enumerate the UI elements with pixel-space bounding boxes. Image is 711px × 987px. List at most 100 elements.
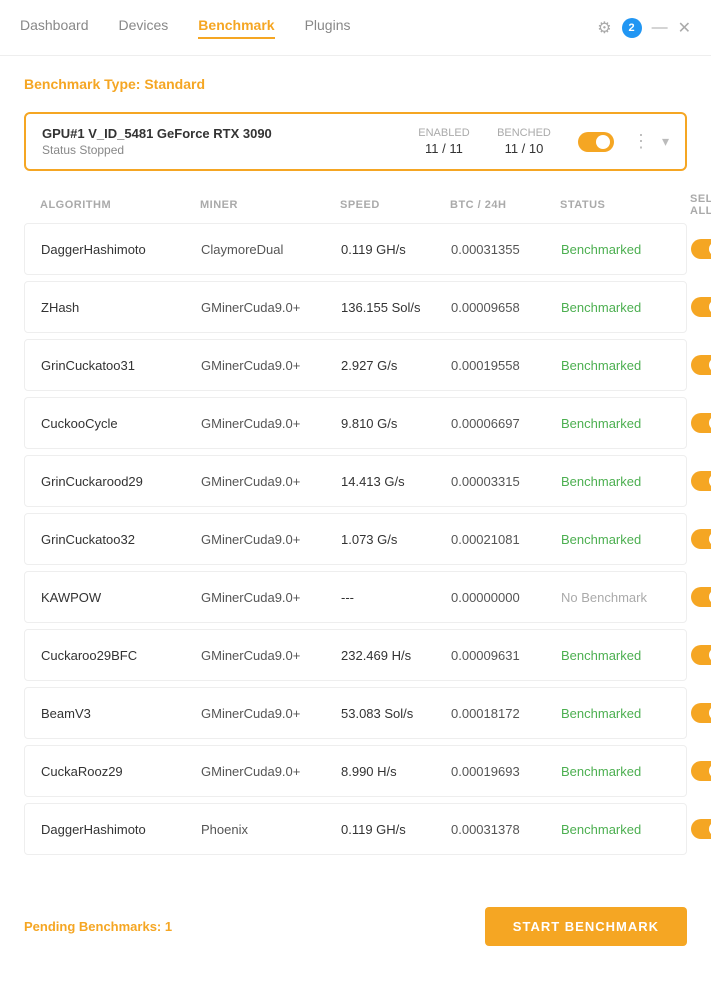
gpu-enabled-value: 11 / 11: [404, 141, 484, 156]
speed-value: 232.469 H/s: [341, 648, 451, 663]
col-algorithm: ALGORITHM: [40, 199, 200, 211]
table-row: DaggerHashimoto Phoenix 0.119 GH/s 0.000…: [24, 803, 687, 855]
algo-toggle[interactable]: [691, 645, 711, 665]
tab-plugins[interactable]: Plugins: [305, 17, 351, 39]
speed-value: 9.810 G/s: [341, 416, 451, 431]
btc-value: 0.00000000: [451, 590, 561, 605]
algo-toggle[interactable]: [691, 471, 711, 491]
table-row: ZHash GMinerCuda9.0+ 136.155 Sol/s 0.000…: [24, 281, 687, 333]
gpu-info: GPU#1 V_ID_5481 GeForce RTX 3090 Status …: [42, 126, 404, 157]
row-actions: ⚙: [691, 758, 711, 784]
row-actions: ⚙: [691, 468, 711, 494]
btc-value: 0.00021081: [451, 532, 561, 547]
algo-name: KAWPOW: [41, 590, 201, 605]
speed-value: 0.119 GH/s: [341, 242, 451, 257]
algo-name: BeamV3: [41, 706, 201, 721]
pending-text: Pending Benchmarks: 1: [24, 919, 172, 934]
miner-name: ClaymoreDual: [201, 242, 341, 257]
algo-name: CuckaRooz29: [41, 764, 201, 779]
status-badge: No Benchmark: [561, 590, 691, 605]
status-badge: Benchmarked: [561, 706, 691, 721]
btc-value: 0.00031355: [451, 242, 561, 257]
row-actions: ⚙: [691, 526, 711, 552]
close-icon[interactable]: ✕: [678, 18, 691, 38]
btc-value: 0.00019558: [451, 358, 561, 373]
tab-devices[interactable]: Devices: [119, 17, 169, 39]
btc-value: 0.00003315: [451, 474, 561, 489]
algo-name: GrinCuckatoo32: [41, 532, 201, 547]
speed-value: 53.083 Sol/s: [341, 706, 451, 721]
miner-name: GMinerCuda9.0+: [201, 706, 341, 721]
btc-value: 0.00018172: [451, 706, 561, 721]
algo-toggle[interactable]: [691, 819, 711, 839]
algo-name: CuckooCycle: [41, 416, 201, 431]
algo-toggle[interactable]: [691, 761, 711, 781]
row-actions: ⚙: [691, 236, 711, 262]
col-select-all: SELECT ALL: [690, 193, 711, 217]
col-miner: MINER: [200, 199, 340, 211]
speed-value: 136.155 Sol/s: [341, 300, 451, 315]
algo-toggle[interactable]: [691, 529, 711, 549]
algo-name: GrinCuckatoo31: [41, 358, 201, 373]
settings-icon[interactable]: ⚙: [597, 18, 611, 38]
gpu-status: Status Stopped: [42, 143, 404, 157]
algo-toggle[interactable]: [691, 355, 711, 375]
minimize-icon[interactable]: —: [652, 19, 668, 37]
footer-bar: Pending Benchmarks: 1 START BENCHMARK: [0, 891, 711, 962]
status-badge: Benchmarked: [561, 532, 691, 547]
table-row: BeamV3 GMinerCuda9.0+ 53.083 Sol/s 0.000…: [24, 687, 687, 739]
status-badge: Benchmarked: [561, 764, 691, 779]
table-row: GrinCuckatoo32 GMinerCuda9.0+ 1.073 G/s …: [24, 513, 687, 565]
gpu-name: GPU#1 V_ID_5481 GeForce RTX 3090: [42, 126, 404, 141]
speed-value: 8.990 H/s: [341, 764, 451, 779]
status-badge: Benchmarked: [561, 648, 691, 663]
speed-value: 2.927 G/s: [341, 358, 451, 373]
col-btc24h: BTC / 24H: [450, 199, 560, 211]
gpu-enabled-col: ENABLED 11 / 11: [404, 127, 484, 156]
main-content: Benchmark Type: Standard GPU#1 V_ID_5481…: [0, 56, 711, 881]
row-actions: ⚙: [691, 816, 711, 842]
row-actions: ⚙: [691, 584, 711, 610]
status-badge: Benchmarked: [561, 474, 691, 489]
top-nav: Dashboard Devices Benchmark Plugins ⚙ 2 …: [0, 0, 711, 56]
table-row: GrinCuckarood29 GMinerCuda9.0+ 14.413 G/…: [24, 455, 687, 507]
table-row: KAWPOW GMinerCuda9.0+ --- 0.00000000 No …: [24, 571, 687, 623]
btc-value: 0.00006697: [451, 416, 561, 431]
status-badge: Benchmarked: [561, 300, 691, 315]
btc-value: 0.00009631: [451, 648, 561, 663]
col-speed: SPEED: [340, 199, 450, 211]
row-actions: ⚙: [691, 700, 711, 726]
tab-benchmark[interactable]: Benchmark: [198, 17, 274, 39]
gpu-more-button[interactable]: ⋮: [628, 131, 654, 152]
status-badge: Benchmarked: [561, 358, 691, 373]
row-actions: ⚙: [691, 294, 711, 320]
algo-toggle[interactable]: [691, 239, 711, 259]
btc-value: 0.00019693: [451, 764, 561, 779]
col-status: STATUS: [560, 199, 690, 211]
algo-toggle[interactable]: [691, 703, 711, 723]
gpu-actions: ⋮ ▾: [628, 131, 669, 152]
row-actions: ⚙: [691, 410, 711, 436]
table-row: CuckaRooz29 GMinerCuda9.0+ 8.990 H/s 0.0…: [24, 745, 687, 797]
table-row: Cuckaroo29BFC GMinerCuda9.0+ 232.469 H/s…: [24, 629, 687, 681]
miner-name: GMinerCuda9.0+: [201, 764, 341, 779]
nav-controls: ⚙ 2 — ✕: [597, 18, 691, 38]
notification-badge[interactable]: 2: [622, 18, 642, 38]
status-badge: Benchmarked: [561, 416, 691, 431]
algo-name: DaggerHashimoto: [41, 242, 201, 257]
speed-value: 0.119 GH/s: [341, 822, 451, 837]
algo-toggle[interactable]: [691, 587, 711, 607]
btc-value: 0.00009658: [451, 300, 561, 315]
benchmark-type-value: Standard: [144, 76, 205, 92]
algo-toggle[interactable]: [691, 297, 711, 317]
row-actions: ⚙: [691, 352, 711, 378]
gpu-toggle[interactable]: [578, 132, 614, 152]
start-benchmark-button[interactable]: START BENCHMARK: [485, 907, 687, 946]
status-badge: Benchmarked: [561, 242, 691, 257]
table-row: CuckooCycle GMinerCuda9.0+ 9.810 G/s 0.0…: [24, 397, 687, 449]
speed-value: 14.413 G/s: [341, 474, 451, 489]
tab-dashboard[interactable]: Dashboard: [20, 17, 89, 39]
gpu-expand-button[interactable]: ▾: [662, 133, 669, 150]
algo-toggle[interactable]: [691, 413, 711, 433]
miner-name: GMinerCuda9.0+: [201, 416, 341, 431]
